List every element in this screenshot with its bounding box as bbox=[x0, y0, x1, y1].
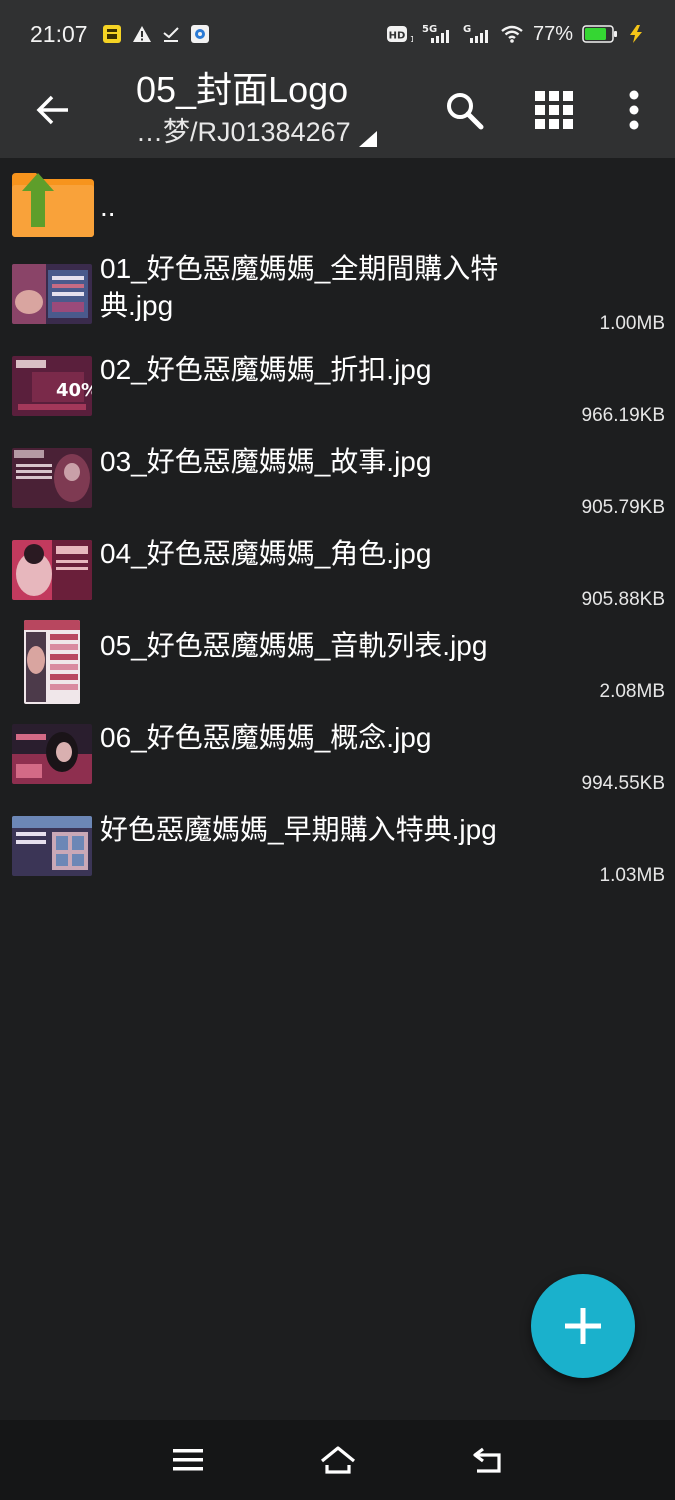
nav-back-button[interactable] bbox=[464, 1438, 512, 1482]
path-dropdown[interactable]: …梦/RJ01384267 bbox=[136, 116, 436, 148]
image-thumbnail bbox=[24, 620, 80, 704]
status-bar: 21:07 HD 1 5G G 77% bbox=[0, 0, 675, 68]
file-size: 905.88KB bbox=[581, 589, 665, 610]
file-name: 02_好色惡魔媽媽_折扣.jpg bbox=[100, 354, 432, 385]
app-bar: 05_封面Logo …梦/RJ01384267 bbox=[0, 68, 675, 158]
home-icon bbox=[320, 1446, 356, 1474]
battery-icon bbox=[582, 25, 618, 43]
notification-app-icon bbox=[102, 24, 122, 44]
menu-icon bbox=[173, 1449, 203, 1471]
file-name: 05_好色惡魔媽媽_音軌列表.jpg bbox=[100, 630, 488, 661]
file-size: 1.00MB bbox=[599, 313, 665, 334]
title-block: 05_封面Logo …梦/RJ01384267 bbox=[136, 68, 436, 148]
file-size: 966.19KB bbox=[581, 405, 665, 426]
list-item-file[interactable]: 04_好色惡魔媽媽_角色.jpg 905.88KB bbox=[0, 524, 675, 616]
more-options-button[interactable] bbox=[604, 80, 664, 140]
grid-view-icon bbox=[535, 91, 573, 129]
search-button[interactable] bbox=[434, 80, 494, 140]
search-icon bbox=[447, 93, 484, 130]
page-title: 05_封面Logo bbox=[136, 69, 349, 110]
plus-icon bbox=[565, 1308, 601, 1344]
signal-5g-icon: 5G bbox=[422, 23, 452, 45]
image-thumbnail bbox=[12, 724, 92, 784]
signal-g-icon: G bbox=[461, 23, 491, 45]
svg-text:40%: 40% bbox=[56, 380, 92, 401]
file-name: 03_好色惡魔媽媽_故事.jpg bbox=[100, 446, 432, 477]
image-thumbnail: 40% bbox=[12, 356, 92, 416]
app-icon bbox=[190, 24, 210, 44]
file-name: 01_好色惡魔媽媽_全期間購入特典.jpg bbox=[100, 253, 499, 321]
status-left: 21:07 bbox=[30, 21, 210, 48]
svg-text:HD: HD bbox=[389, 31, 406, 42]
grid-view-button[interactable] bbox=[524, 80, 584, 140]
list-item-file[interactable]: 好色惡魔媽媽_早期購入特典.jpg 1.03MB bbox=[0, 800, 675, 892]
list-item-file[interactable]: 05_好色惡魔媽媽_音軌列表.jpg 2.08MB bbox=[0, 616, 675, 708]
return-icon bbox=[473, 1447, 501, 1473]
image-thumbnail bbox=[12, 540, 92, 600]
charging-icon bbox=[627, 24, 645, 44]
path-subtitle: …梦/RJ01384267 bbox=[136, 117, 351, 147]
file-size: 2.08MB bbox=[599, 681, 665, 702]
file-name: .. bbox=[100, 191, 116, 222]
svg-text:1: 1 bbox=[410, 35, 413, 44]
image-thumbnail bbox=[12, 448, 92, 508]
battery-percent: 77% bbox=[532, 22, 573, 45]
system-nav-bar bbox=[0, 1420, 675, 1500]
image-thumbnail bbox=[12, 264, 92, 324]
status-right: HD 1 5G G 77% bbox=[386, 22, 645, 46]
dropdown-triangle-icon bbox=[358, 131, 377, 147]
file-list: .. 01_好色惡魔媽媽_全期間購入特典.jpg 1.00MB 40% bbox=[0, 158, 675, 892]
image-thumbnail bbox=[12, 816, 92, 876]
status-time: 21:07 bbox=[30, 20, 88, 47]
file-name: 好色惡魔媽媽_早期購入特典.jpg bbox=[100, 814, 497, 845]
nav-menu-button[interactable] bbox=[164, 1438, 212, 1482]
back-button[interactable] bbox=[28, 85, 78, 135]
parent-folder-icon bbox=[12, 171, 94, 237]
list-item-file[interactable]: 03_好色惡魔媽媽_故事.jpg 905.79KB bbox=[0, 432, 675, 524]
arrow-back-icon bbox=[36, 95, 68, 125]
warning-icon bbox=[132, 25, 152, 43]
wifi-icon bbox=[500, 24, 524, 44]
list-item-parent-folder[interactable]: .. bbox=[0, 158, 675, 248]
list-item-file[interactable]: 06_好色惡魔媽媽_概念.jpg 994.55KB bbox=[0, 708, 675, 800]
svg-text:5G: 5G bbox=[422, 24, 437, 35]
file-size: 1.03MB bbox=[599, 865, 665, 886]
list-item-file[interactable]: 01_好色惡魔媽媽_全期間購入特典.jpg 1.00MB bbox=[0, 248, 675, 340]
list-item-file[interactable]: 40% 02_好色惡魔媽媽_折扣.jpg 966.19KB bbox=[0, 340, 675, 432]
nav-home-button[interactable] bbox=[314, 1438, 362, 1482]
file-size: 994.55KB bbox=[581, 773, 665, 794]
add-button[interactable] bbox=[531, 1274, 635, 1378]
file-name: 06_好色惡魔媽媽_概念.jpg bbox=[100, 722, 432, 753]
file-name: 04_好色惡魔媽媽_角色.jpg bbox=[100, 538, 432, 569]
svg-text:G: G bbox=[463, 24, 471, 35]
hd-volte-icon: HD 1 bbox=[386, 24, 413, 44]
download-done-icon bbox=[162, 25, 180, 43]
more-vert-icon bbox=[629, 90, 639, 130]
file-size: 905.79KB bbox=[581, 497, 665, 518]
